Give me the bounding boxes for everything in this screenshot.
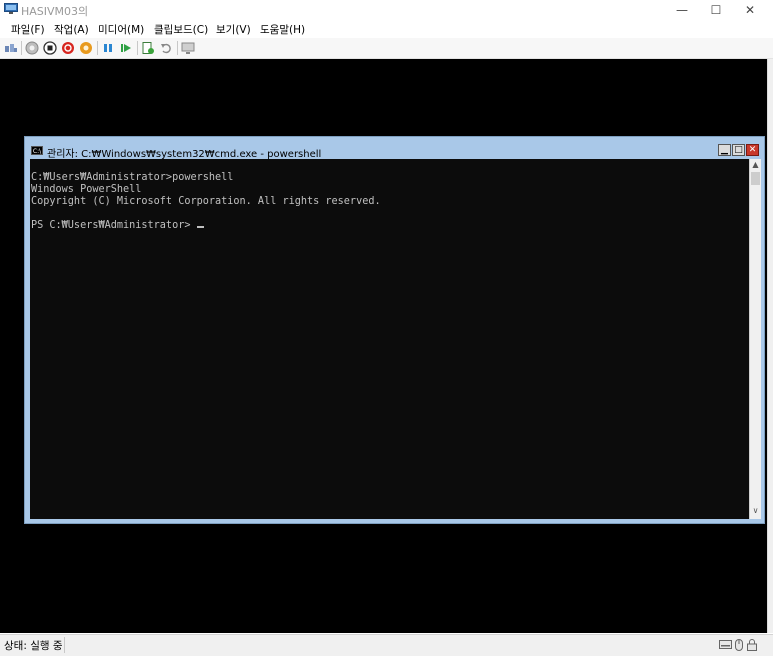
virtual-machine-icon — [4, 3, 18, 14]
console-scrollbar[interactable]: ▲ ∨ — [749, 159, 761, 519]
shutdown-icon[interactable] — [61, 41, 75, 55]
scroll-up-icon[interactable]: ▲ — [750, 159, 761, 171]
close-button[interactable]: ✕ — [731, 0, 769, 20]
keyboard-icon — [719, 640, 732, 649]
revert-icon[interactable] — [159, 41, 173, 55]
resume-icon[interactable] — [119, 41, 133, 55]
menu-media[interactable]: 미디어(M) — [98, 22, 144, 37]
window-title: HASIVM03의 — [21, 5, 89, 18]
toolbar-separator — [177, 41, 178, 55]
menu-help[interactable]: 도움말(H) — [260, 22, 305, 37]
cmd-title: 관리자: C:₩Windows₩system32₩cmd.exe - power… — [47, 149, 322, 160]
toolbar-separator — [21, 41, 22, 55]
window-titlebar: HASIVM03의 — ☐ ✕ — [0, 0, 773, 20]
checkpoint-icon[interactable] — [141, 41, 155, 55]
scroll-down-icon[interactable]: ∨ — [750, 505, 761, 517]
console-output[interactable]: C:₩Users₩Administrator>powershell Window… — [30, 159, 749, 519]
ctrl-alt-del-icon[interactable] — [4, 41, 18, 55]
toolbar — [0, 38, 773, 59]
menu-view[interactable]: 보기(V) — [216, 22, 251, 37]
mouse-icon — [735, 639, 743, 651]
menu-action[interactable]: 작업(A) — [54, 22, 89, 37]
turn-off-icon[interactable] — [43, 41, 57, 55]
console-line: Windows PowerShell — [31, 184, 142, 195]
save-icon[interactable] — [79, 41, 93, 55]
menu-bar: 파일(F) 작업(A) 미디어(M) 클립보드(C) 보기(V) 도움말(H) — [0, 20, 773, 38]
pause-icon[interactable] — [101, 41, 115, 55]
cmd-window[interactable]: C:\ 관리자: C:₩Windows₩system32₩cmd.exe - p… — [24, 136, 765, 524]
toolbar-separator — [137, 41, 138, 55]
cmd-close-button[interactable]: ✕ — [746, 144, 759, 156]
status-text: 상태: 실행 중 — [4, 640, 63, 652]
toolbar-separator — [97, 41, 98, 55]
cmd-minimize-button[interactable]: ▁ — [718, 144, 731, 156]
status-bar: 상태: 실행 중 — [0, 634, 773, 656]
lock-icon — [747, 639, 757, 651]
console-prompt: PS C:₩Users₩Administrator> — [31, 220, 197, 231]
window-edge — [767, 59, 773, 633]
status-separator — [64, 637, 65, 653]
console-line: Copyright (C) Microsoft Corporation. All… — [31, 196, 381, 207]
cmd-icon: C:\ — [31, 146, 43, 155]
console-text: C:₩Users₩Administrator>powershell Window… — [31, 172, 381, 232]
scroll-thumb[interactable] — [751, 172, 760, 185]
cmd-maximize-button[interactable]: □ — [732, 144, 745, 156]
start-icon[interactable] — [25, 41, 39, 55]
enhanced-session-icon[interactable] — [181, 41, 195, 55]
menu-clipboard[interactable]: 클립보드(C) — [154, 22, 208, 37]
menu-file[interactable]: 파일(F) — [11, 22, 45, 37]
minimize-button[interactable]: — — [663, 0, 701, 20]
cmd-titlebar[interactable]: C:\ 관리자: C:₩Windows₩system32₩cmd.exe - p… — [25, 137, 764, 160]
console-line: C:₩Users₩Administrator>powershell — [31, 172, 234, 183]
text-cursor — [196, 226, 204, 228]
maximize-button[interactable]: ☐ — [697, 0, 735, 20]
